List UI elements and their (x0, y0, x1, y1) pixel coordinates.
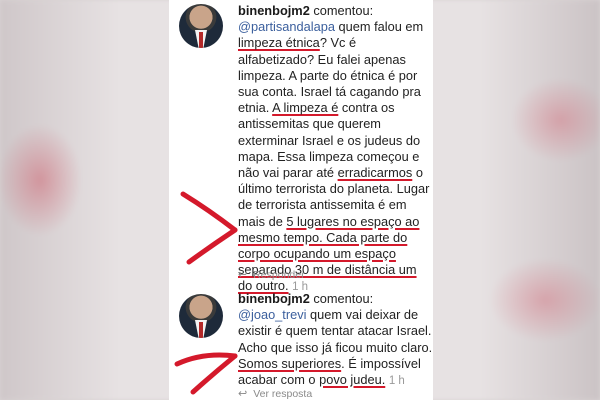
comment-username[interactable]: binenbojm2 (238, 3, 310, 18)
reply-label: Responder (253, 268, 305, 281)
underlined-phrase: povo judeu. (319, 372, 386, 388)
comments-panel: binenbojm2 comentou: @partisandalapa que… (169, 0, 433, 400)
underlined-phrase: Somos superiores (238, 355, 342, 371)
comment-verb: comentou: (313, 3, 374, 18)
reply-button[interactable]: ↩ Responder (238, 268, 305, 282)
annotation-arrow-icon (174, 352, 238, 395)
comment-username[interactable]: binenbojm2 (238, 291, 310, 306)
comment-mention[interactable]: @partisandalapa (238, 19, 335, 34)
comment-text: binenbojm2 comentou: @joao_trevi quem va… (238, 291, 433, 389)
avatar[interactable] (179, 294, 223, 338)
avatar[interactable] (179, 4, 223, 48)
comment-timestamp: 1 h (388, 375, 405, 388)
comment-text: binenbojm2 comentou: @partisandalapa que… (238, 3, 433, 296)
comment-text-part: quem falou em (334, 19, 424, 35)
underlined-phrase: limpeza étnica (238, 35, 320, 51)
comment-verb: comentou: (313, 291, 374, 306)
annotation-arrow-icon (180, 191, 238, 265)
view-replies-label: Ver resposta (253, 387, 313, 400)
view-replies-button[interactable]: ↩ Ver resposta (238, 387, 312, 400)
comment-mention[interactable]: @joao_trevi (238, 307, 306, 322)
underlined-phrase: A limpeza é (272, 100, 339, 116)
reply-icon: ↩ (238, 269, 248, 281)
underlined-phrase: erradicarmos (337, 165, 413, 181)
